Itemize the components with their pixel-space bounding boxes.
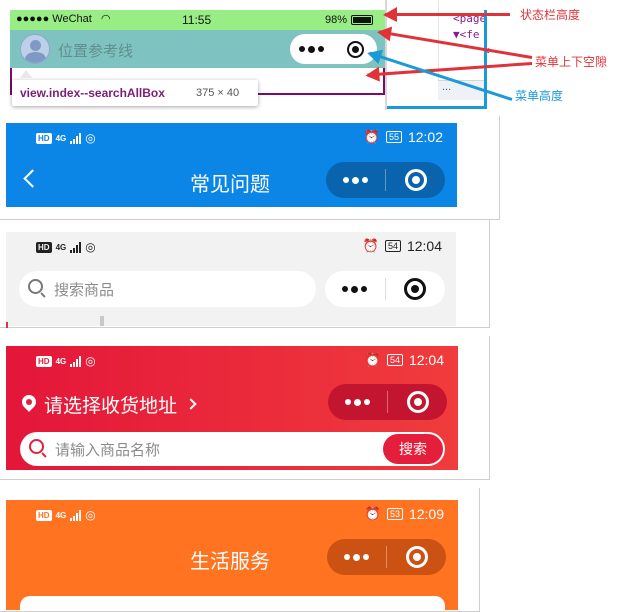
avatar[interactable] [20,34,50,64]
search-placeholder: 请输入商品名称 [55,441,161,459]
devtools-menu-dots[interactable]: ... [442,81,451,93]
alarm-icon: ⏰ [363,129,380,144]
close-target-icon[interactable] [388,391,447,413]
signal-icon [70,132,82,144]
status-bar: HD 4G ◎ ⏰ 55 12:02 [6,123,457,153]
more-icon[interactable] [325,285,385,293]
carrier-label: ●●●●● WeChat [16,13,92,25]
location-pin-icon [19,392,39,413]
status-bar: HD 4G ◎ ⏰ 54 12:04 [6,232,456,262]
network-type: 4G [55,242,67,252]
status-time: 12:04 [408,352,444,368]
menu-capsule[interactable] [325,271,445,307]
hd-badge: HD [36,509,52,521]
pointer-arrow-icon [20,70,32,78]
close-target-icon[interactable] [386,169,445,191]
network-type: 4G [55,510,67,520]
panel-address: HD 4G ◎ ⏰ 54 12:04 请选择收货地址 请输入商品名称 搜索 [6,346,458,470]
wechat-status-bar: ●●●●● WeChat ◠ 11:55 98% [10,10,385,30]
hotspot-icon: ◎ [85,240,96,254]
more-icon[interactable] [328,398,387,406]
search-placeholder: 位置参考线 [58,43,134,60]
battery-badge: 54 [386,354,403,366]
content-divider [100,316,104,326]
battery-percent: 98% [325,14,348,26]
content-card [20,596,445,610]
battery-badge: 53 [386,508,403,520]
alarm-icon: ⏰ [362,238,379,253]
signal-icon [70,241,82,253]
battery-icon [351,15,373,25]
devtools-bottom-bar [387,106,487,109]
more-icon[interactable] [290,45,334,53]
search-button[interactable]: 搜索 [383,434,443,464]
alarm-icon: ⏰ [364,506,381,521]
search-icon [29,439,49,459]
status-time: 11:55 [182,13,212,27]
more-icon[interactable] [327,553,386,561]
back-arrow-icon[interactable] [23,169,42,188]
search-icon [28,279,48,299]
panel-wechat-devtools: ●●●●● WeChat ◠ 11:55 98% 位置参考线 view.inde… [0,0,618,110]
menu-capsule[interactable] [326,162,445,198]
devtools-blue-bar [484,10,487,108]
tooltip-size: 375 × 40 [196,87,240,99]
wifi-icon: ◠ [101,13,111,25]
close-target-icon[interactable] [386,278,446,300]
tooltip-selector: view.index--searchAllBox [20,86,165,100]
product-search-input[interactable]: 请输入商品名称 搜索 [20,432,445,466]
address-selector[interactable]: 请选择收货地址 [19,392,197,417]
page-title: 常见问题 [190,174,270,196]
status-bar: HD 4G ◎ ⏰ 54 12:04 [6,346,458,376]
panel-life: HD 4G ◎ ⏰ 53 12:09 生活服务 [6,500,458,610]
address-label: 请选择收货地址 [44,395,178,417]
battery-badge: 55 [385,131,402,143]
network-type: 4G [55,356,67,366]
annotation-statusbar-height: 状态栏高度 [520,8,581,22]
hd-badge: HD [36,241,52,253]
menu-capsule[interactable] [328,384,447,420]
chevron-right-icon [185,398,197,410]
arrow-statusbar [385,13,510,16]
hotspot-icon: ◎ [85,354,96,368]
inspector-tooltip: view.index--searchAllBox 375 × 40 [12,80,258,106]
hd-badge: HD [36,355,52,367]
menu-capsule[interactable] [327,539,446,575]
wechat-nav-bar: 位置参考线 [10,30,385,68]
status-time: 12:09 [408,506,444,522]
left-edge-marker [6,322,8,328]
hd-badge: HD [36,132,52,144]
signal-icon [70,355,82,367]
more-icon[interactable] [326,176,385,184]
annotation-menu-padding: 菜单上下空隙 [535,55,608,69]
hotspot-icon: ◎ [85,131,96,145]
annotation-menu-height: 菜单高度 [515,89,564,103]
network-type: 4G [55,133,67,143]
status-time: 12:04 [406,238,442,254]
panel-search: HD 4G ◎ ⏰ 54 12:04 搜索商品 [6,232,456,326]
signal-icon [70,509,82,521]
close-target-icon[interactable] [387,546,446,568]
page-title: 生活服务 [190,551,270,573]
status-time: 12:02 [407,129,443,145]
hotspot-icon: ◎ [85,508,96,522]
search-input[interactable]: 搜索商品 [19,271,316,307]
panel-faq: HD 4G ◎ ⏰ 55 12:02 常见问题 [6,123,457,207]
search-placeholder: 搜索商品 [54,281,115,299]
alarm-icon: ⏰ [364,352,381,367]
battery-badge: 54 [384,240,401,252]
devtools-line: ▼<fe [453,28,480,41]
status-bar: HD 4G ◎ ⏰ 53 12:09 [6,500,458,530]
